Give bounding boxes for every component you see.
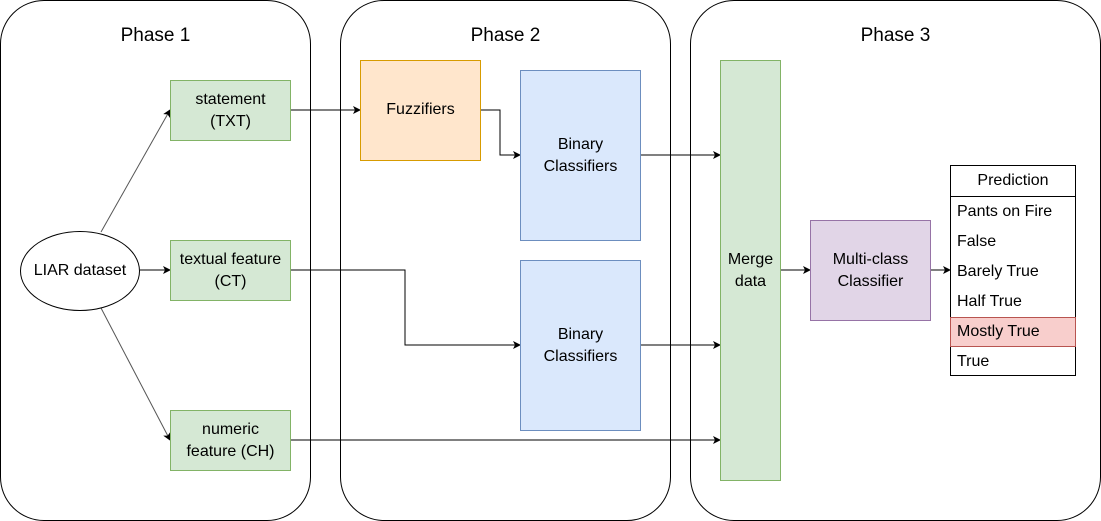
binary-classifiers-1-label: Binary xyxy=(557,135,604,153)
liar-dataset-node: LIAR dataset xyxy=(20,231,140,311)
binary-classifiers-1-node: Binary Classifiers xyxy=(520,70,641,241)
numeric-feature-node: numeric feature (CH) xyxy=(170,410,291,471)
statement-label: statement xyxy=(195,90,266,108)
arrow-dataset-numeric xyxy=(100,307,171,441)
prediction-row: Half True xyxy=(957,293,1022,310)
prediction-row: Pants on Fire xyxy=(957,203,1053,220)
multiclass-classifier-label: Multi-class xyxy=(832,250,909,268)
arrow-textual-binary2 xyxy=(290,269,521,349)
numeric-feature-label: numeric xyxy=(202,420,259,438)
binary-classifiers-2-node: Binary Classifiers xyxy=(520,260,641,431)
fuzzifiers-node: Fuzzifiers xyxy=(360,60,481,161)
statement-sublabel: (TXT) xyxy=(210,112,251,130)
binary-classifiers-2-label: Binary xyxy=(557,325,604,343)
diagram-canvas: Phase 1 Phase 2 Phase 3 LIAR dataset sta… xyxy=(0,0,1101,521)
numeric-feature-sublabel: feature (CH) xyxy=(186,442,275,460)
arrow-dataset-statement xyxy=(100,109,171,233)
statement-node: statement (TXT) xyxy=(170,80,291,141)
fuzzifiers-label: Fuzzifiers xyxy=(386,101,455,118)
textual-feature-label: textual feature xyxy=(179,250,282,268)
textual-feature-sublabel: (CT) xyxy=(214,272,247,290)
prediction-row: Barely True xyxy=(957,263,1039,280)
prediction-table: Prediction Pants on Fire False Barely Tr… xyxy=(950,165,1076,376)
merge-data-node: Merge data xyxy=(720,60,781,481)
merge-data-label: Merge xyxy=(727,250,774,268)
prediction-header: Prediction xyxy=(951,166,1075,197)
multiclass-classifier-sublabel: Classifier xyxy=(837,272,904,290)
arrow-fuzzifiers-binary1 xyxy=(480,109,521,159)
prediction-row: False xyxy=(957,233,997,250)
merge-data-sublabel: data xyxy=(734,272,767,290)
multiclass-classifier-node: Multi-class Classifier xyxy=(810,220,931,321)
binary-classifiers-1-sublabel: Classifiers xyxy=(543,157,618,175)
binary-classifiers-2-sublabel: Classifiers xyxy=(543,347,618,365)
prediction-row: True xyxy=(957,353,990,370)
liar-dataset-label: LIAR dataset xyxy=(33,262,127,279)
textual-feature-node: textual feature (CT) xyxy=(170,240,291,301)
prediction-row-highlighted: Mostly True xyxy=(950,317,1076,347)
